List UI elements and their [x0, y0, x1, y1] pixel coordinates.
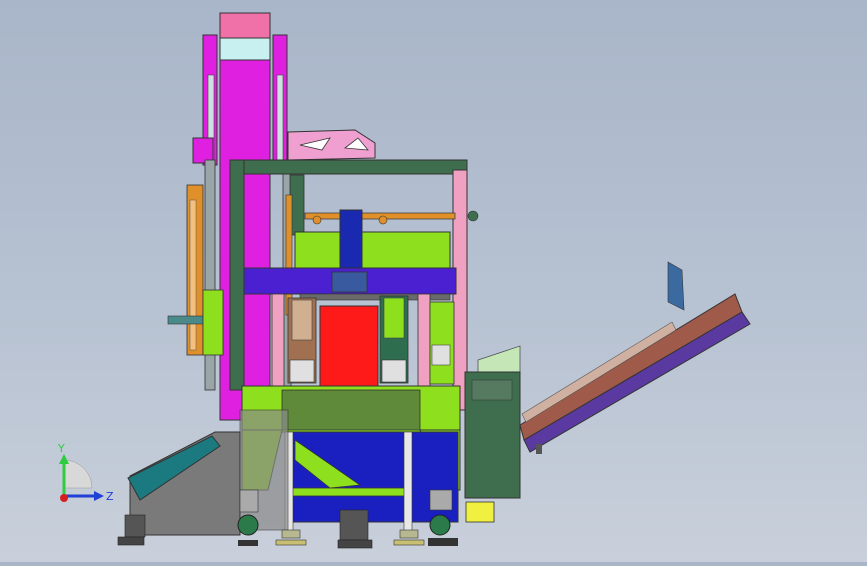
control-box: [464, 345, 521, 499]
y-axis-label: Y: [57, 442, 65, 455]
press-assembly: [243, 209, 479, 301]
conveyor: [519, 261, 751, 454]
red-block: [319, 305, 379, 387]
axis-triad: Y Z: [57, 442, 114, 503]
machine-drawing: [117, 12, 751, 549]
x-axis-dot: [60, 494, 68, 502]
top-bracket: [287, 129, 376, 161]
z-axis-label: Z: [106, 490, 114, 503]
cad-viewport[interactable]: Y Z: [0, 0, 867, 562]
